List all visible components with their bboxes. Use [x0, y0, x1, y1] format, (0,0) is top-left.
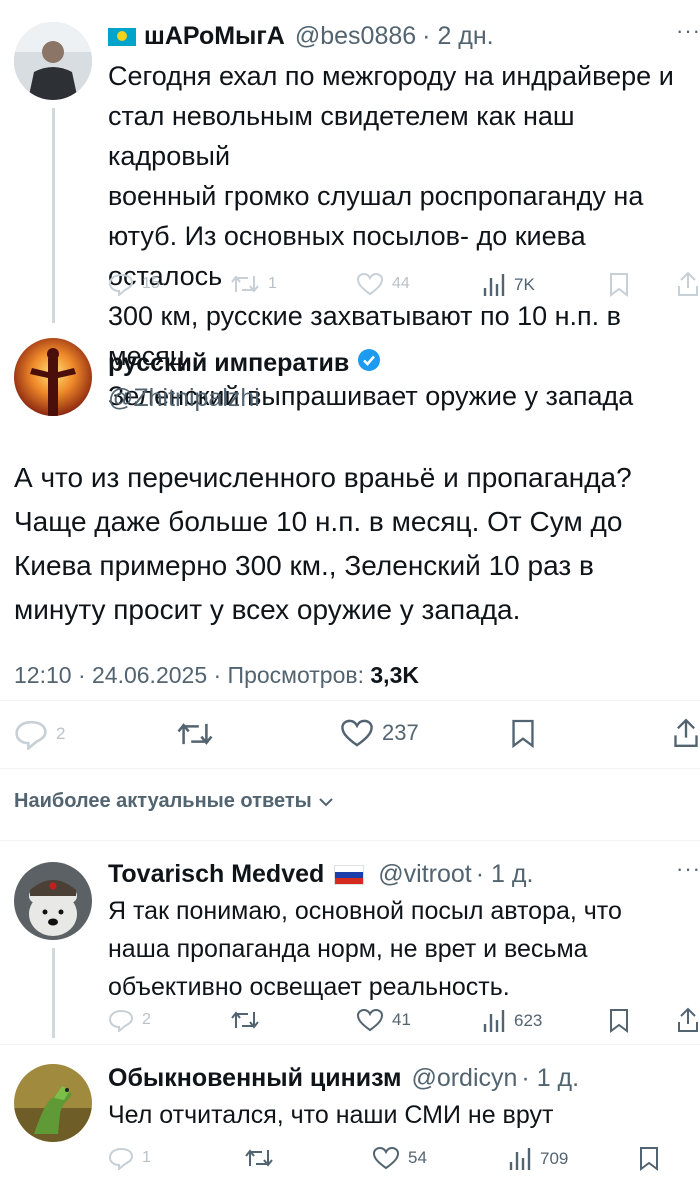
analytics-icon — [483, 1010, 505, 1032]
thread-line — [52, 108, 55, 323]
bookmark-icon[interactable] — [638, 1146, 660, 1177]
divider — [0, 768, 700, 769]
avatar[interactable] — [14, 22, 92, 100]
author-handle[interactable]: @Zhitnipalzhi — [108, 384, 260, 413]
reply-icon — [15, 720, 47, 750]
tweet-text: Я так понимаю, основной посыл автора, чт… — [108, 892, 700, 1006]
views-button[interactable]: 709 — [508, 1146, 568, 1172]
like-count: 54 — [408, 1148, 427, 1167]
share-icon[interactable] — [676, 1006, 700, 1039]
analytics-icon — [483, 274, 505, 296]
reply-icon — [108, 273, 134, 296]
tweet-line: Киева примерно 300 км., Зеленский 10 раз… — [14, 550, 594, 581]
like-count: 237 — [382, 720, 419, 745]
tweet-line: объективно освещает реальность. — [108, 973, 510, 1001]
view-count: 709 — [540, 1149, 569, 1168]
share-icon[interactable] — [672, 716, 700, 755]
view-count: 7K — [514, 275, 535, 294]
reply-button[interactable]: 2 — [108, 1008, 151, 1032]
tweet-line: стал невольным свидетелем как наш кадров… — [108, 101, 575, 171]
more-icon[interactable]: ··· — [676, 18, 700, 44]
sort-label: Наиболее актуальные ответы — [14, 790, 312, 812]
like-count: 41 — [392, 1010, 411, 1029]
like-button[interactable]: 41 — [356, 1008, 411, 1032]
author-name[interactable]: русский императив — [108, 349, 349, 378]
heart-icon — [372, 1146, 400, 1170]
avatar[interactable] — [14, 338, 92, 416]
tweet-line: Сегодня ехал по межгороду на индрайвере … — [108, 61, 674, 91]
like-button[interactable]: 44 — [356, 272, 410, 296]
sort-replies-dropdown[interactable]: Наиболее актуальные ответы — [14, 790, 334, 813]
tweet-line: наша пропаганда норм, не врет и весьма — [108, 935, 588, 963]
timestamp[interactable]: · 1 д. — [476, 860, 534, 889]
view-count: 3,3K — [370, 662, 419, 688]
view-count: 623 — [514, 1011, 543, 1030]
like-count: 44 — [392, 275, 410, 292]
retweet-button[interactable] — [176, 718, 214, 755]
tweet-line: минуту просит у всех оружие у запада. — [14, 594, 521, 625]
russia-flag-icon — [334, 864, 365, 885]
verified-badge-icon — [357, 348, 381, 379]
bookmark-icon[interactable] — [608, 1008, 630, 1039]
reply-icon — [108, 1009, 134, 1032]
more-icon[interactable]: ··· — [676, 856, 700, 882]
retweet-count: 1 — [268, 275, 277, 292]
retweet-button[interactable]: 1 — [230, 272, 277, 296]
share-icon[interactable] — [676, 270, 700, 303]
tweet-line: Я так понимаю, основной посыл автора, чт… — [108, 897, 622, 925]
heart-icon — [356, 272, 384, 296]
timestamp[interactable]: · 2 дн. — [422, 22, 493, 51]
chevron-down-icon — [319, 797, 333, 806]
tweet-meta[interactable]: 12:10 · 24.06.2025 · Просмотров: — [14, 662, 370, 688]
reply-icon — [108, 1147, 134, 1170]
retweet-icon — [231, 275, 259, 293]
tweet-line: Чел отчитался, что наши СМИ не врут — [108, 1101, 554, 1129]
reply-button[interactable]: 2 — [14, 718, 65, 750]
retweet-icon — [177, 723, 213, 745]
retweet-icon — [231, 1011, 259, 1029]
reply-count: 1 — [142, 1149, 151, 1166]
divider — [0, 1044, 700, 1045]
retweet-icon — [245, 1149, 273, 1167]
heart-icon — [356, 1008, 384, 1032]
divider — [0, 700, 700, 701]
author-name[interactable]: шАРоМыгА — [144, 22, 285, 51]
author-name[interactable]: Tovarisch Medved — [108, 860, 324, 889]
reply-button[interactable]: 15 — [108, 272, 160, 296]
avatar[interactable] — [14, 1064, 92, 1142]
bookmark-icon[interactable] — [510, 718, 536, 755]
reply-count: 15 — [142, 275, 160, 292]
author-name[interactable]: Обыкновенный цинизм — [108, 1064, 401, 1093]
author-handle[interactable]: @bes0886 — [295, 22, 416, 51]
bookmark-icon[interactable] — [608, 272, 630, 303]
tweet-line: военный громко слушал роспропаганду на — [108, 181, 644, 211]
author-handle[interactable]: @ordicyn — [411, 1064, 517, 1093]
author-handle[interactable]: @vitroot — [378, 860, 471, 889]
avatar[interactable] — [14, 862, 92, 940]
like-button[interactable]: 237 — [340, 718, 419, 748]
tweet-line: А что из перечисленного враньё и пропага… — [14, 462, 632, 493]
views-button[interactable]: 7K — [482, 272, 535, 298]
retweet-button[interactable] — [230, 1008, 260, 1037]
kazakhstan-flag-icon — [108, 27, 136, 46]
tweet-line: Чаще даже больше 10 н.п. в месяц. От Сум… — [14, 506, 623, 537]
analytics-icon — [509, 1148, 531, 1170]
tweet-text: Чел отчитался, что наши СМИ не врут — [108, 1096, 700, 1134]
reply-count: 2 — [56, 724, 66, 743]
reply-button[interactable]: 1 — [108, 1146, 151, 1170]
divider — [0, 840, 700, 841]
retweet-button[interactable] — [244, 1146, 274, 1175]
tweet-text: А что из перечисленного враньё и пропага… — [14, 456, 700, 632]
thread-line — [52, 948, 55, 1038]
timestamp[interactable]: · 1 д. — [521, 1064, 579, 1093]
like-button[interactable]: 54 — [372, 1146, 427, 1170]
views-button[interactable]: 623 — [482, 1008, 542, 1034]
heart-icon — [341, 719, 373, 747]
reply-count: 2 — [142, 1011, 151, 1028]
